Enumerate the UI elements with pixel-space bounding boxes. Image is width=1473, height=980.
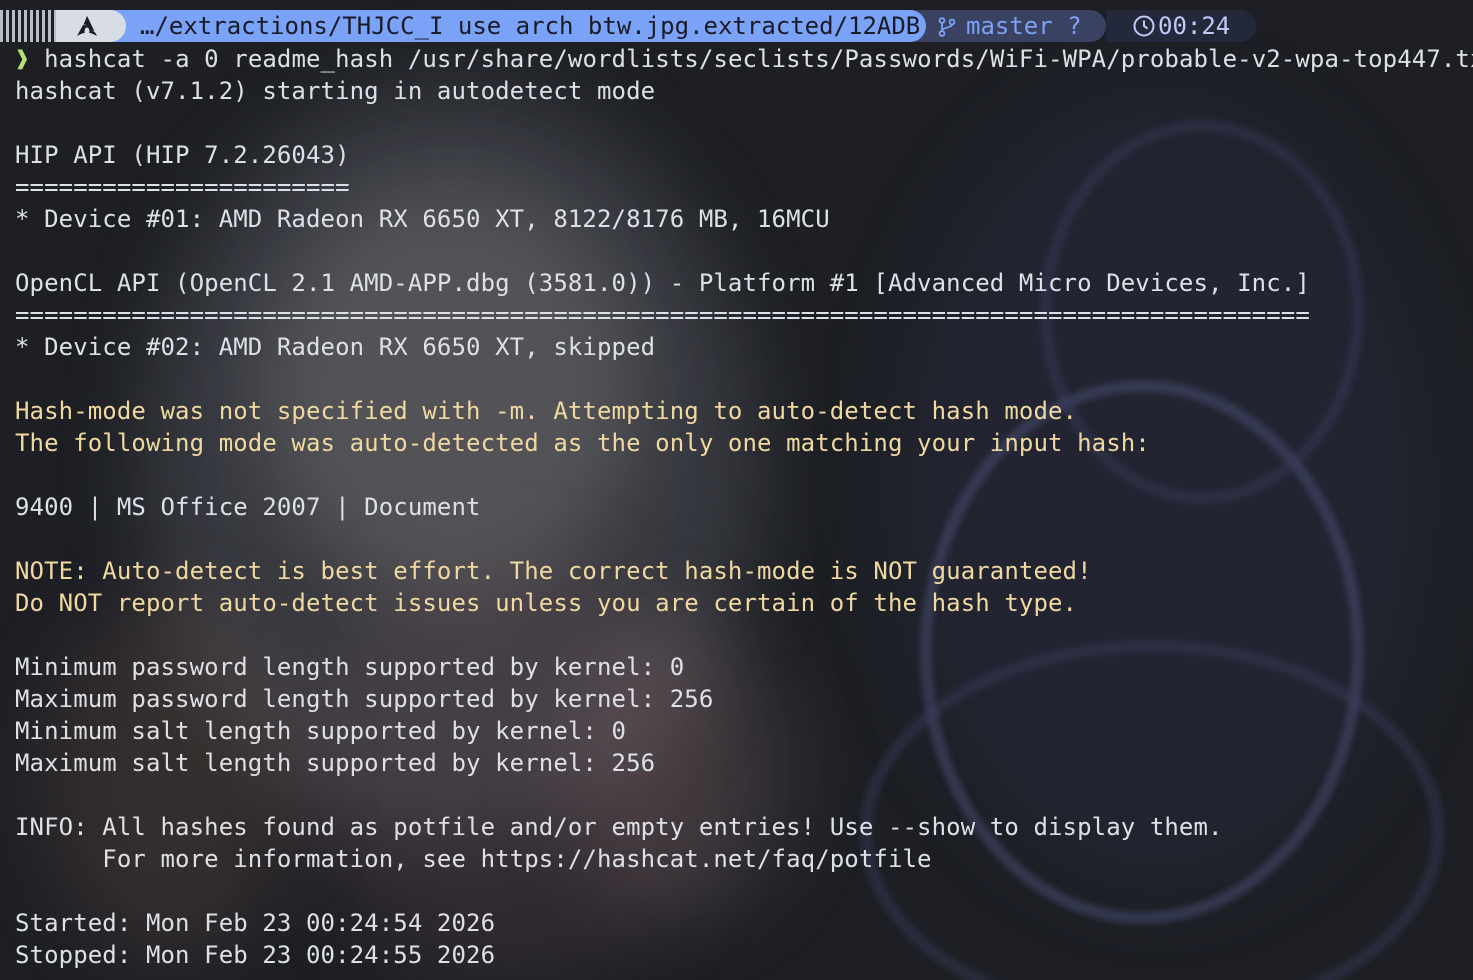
output-line: HIP API (HIP 7.2.26043)	[15, 141, 350, 169]
clock-icon	[1133, 15, 1155, 37]
git-status-segment: master ?	[900, 10, 1106, 42]
arch-linux-icon	[76, 15, 98, 37]
output-line: Maximum password length supported by ker…	[15, 685, 714, 713]
git-branch-icon	[938, 17, 956, 37]
terminal-content: …/extractions/THJCC_I use arch btw.jpg.e…	[0, 0, 1473, 980]
output-line: =======================	[15, 173, 350, 201]
command-text: hashcat -a 0 readme_hash /usr/share/word…	[44, 45, 1473, 73]
info-line: INFO: All hashes found as potfile and/or…	[15, 813, 1223, 841]
command-line: ❱ hashcat -a 0 readme_hash /usr/share/wo…	[15, 43, 1473, 75]
os-segment	[56, 10, 126, 42]
prompt-symbol: ❱	[15, 45, 30, 73]
output-line: ========================================…	[15, 301, 1310, 329]
output-line: * Device #01: AMD Radeon RX 6650 XT, 812…	[15, 205, 830, 233]
warning-line: Do NOT report auto-detect issues unless …	[15, 589, 1078, 617]
info-line: For more information, see https://hashca…	[15, 845, 932, 873]
output-line: Minimum password length supported by ker…	[15, 653, 685, 681]
started-timestamp: Started: Mon Feb 23 00:24:54 2026	[15, 909, 496, 937]
current-path: …/extractions/THJCC_I use arch btw.jpg.e…	[100, 10, 926, 42]
output-line: Maximum salt length supported by kernel:…	[15, 749, 656, 777]
output-line: Minimum salt length supported by kernel:…	[15, 717, 627, 745]
warning-line: Hash-mode was not specified with -m. Att…	[15, 397, 1078, 425]
output-line: * Device #02: AMD Radeon RX 6650 XT, ski…	[15, 333, 656, 361]
prompt-bar: …/extractions/THJCC_I use arch btw.jpg.e…	[0, 10, 1473, 42]
output-line: OpenCL API (OpenCL 2.1 AMD-APP.dbg (3581…	[15, 269, 1310, 297]
warning-line: NOTE: Auto-detect is best effort. The co…	[15, 557, 1092, 585]
hash-mode-line: 9400 | MS Office 2007 | Document	[15, 493, 481, 521]
prompt-stripes-decoration	[0, 10, 56, 42]
clock-time: 00:24	[1158, 12, 1231, 40]
output-line: hashcat (v7.1.2) starting in autodetect …	[15, 77, 656, 105]
stopped-timestamp: Stopped: Mon Feb 23 00:24:55 2026	[15, 941, 496, 969]
time-segment: 00:24	[1106, 10, 1256, 42]
git-branch-name: master ?	[966, 12, 1082, 40]
warning-line: The following mode was auto-detected as …	[15, 429, 1150, 457]
terminal-window[interactable]: …/extractions/THJCC_I use arch btw.jpg.e…	[0, 0, 1473, 980]
